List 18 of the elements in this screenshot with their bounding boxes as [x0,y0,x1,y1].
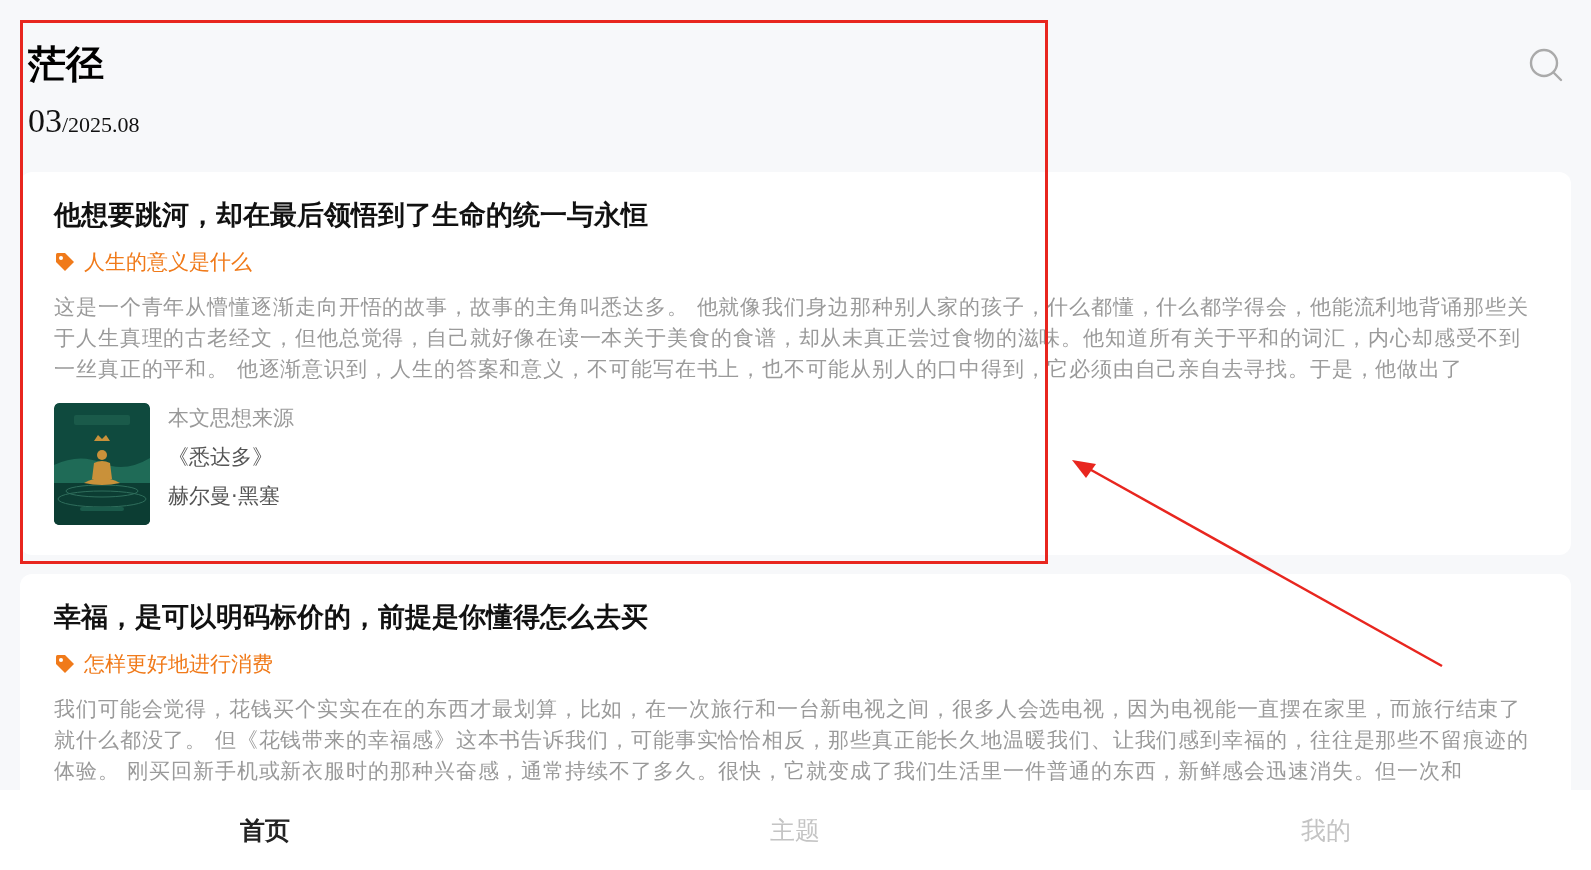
book-title: 《悉达多》 [168,444,274,471]
article-excerpt: 我们可能会觉得，花钱买个实实在在的东西才最划算，比如，在一次旅行和一台新电视之间，很多人会选电视，因为电视能一直摆在家里，而旅行结束了就什么都没了。 但《花钱带来的幸福感》这本书告诉我们，可能事实恰恰相反，那些真正能长久地温暖我们、让我们感到幸福的，往往是那些不留痕迹的体验。 刚买回新手机或新衣服时的那种兴奋感，通常持续不了多久。很快，它就变成了我们生活里一件普通的东西，新鲜感会迅速消失。但一次和 [54,696,1530,785]
nav-tab[interactable]: 首页 [234,809,297,851]
app-title: 茫径 [28,42,105,87]
nav-tab[interactable]: 我的 [1294,809,1357,851]
article-title: 幸福，是可以明码标价的，前提是你懂得怎么去买 [54,600,648,634]
article-card[interactable] [20,172,1571,555]
book-author: 赫尔曼·黑塞 [168,483,281,510]
tag-icon [54,653,76,675]
source-label: 本文思想来源 [168,405,294,432]
date-day: 03 [28,102,62,140]
article-title: 他想要跳河，却在最后领悟到了生命的统一与永恒 [54,198,648,232]
date-month-year: /2025.08 [62,112,140,138]
topic-tag[interactable]: 人生的意义是什么 [84,248,252,276]
nav-tab[interactable]: 主题 [764,809,827,851]
topic-tag[interactable]: 怎样更好地进行消费 [84,650,273,678]
search-icon[interactable] [1529,48,1563,82]
tag-icon [54,251,76,273]
